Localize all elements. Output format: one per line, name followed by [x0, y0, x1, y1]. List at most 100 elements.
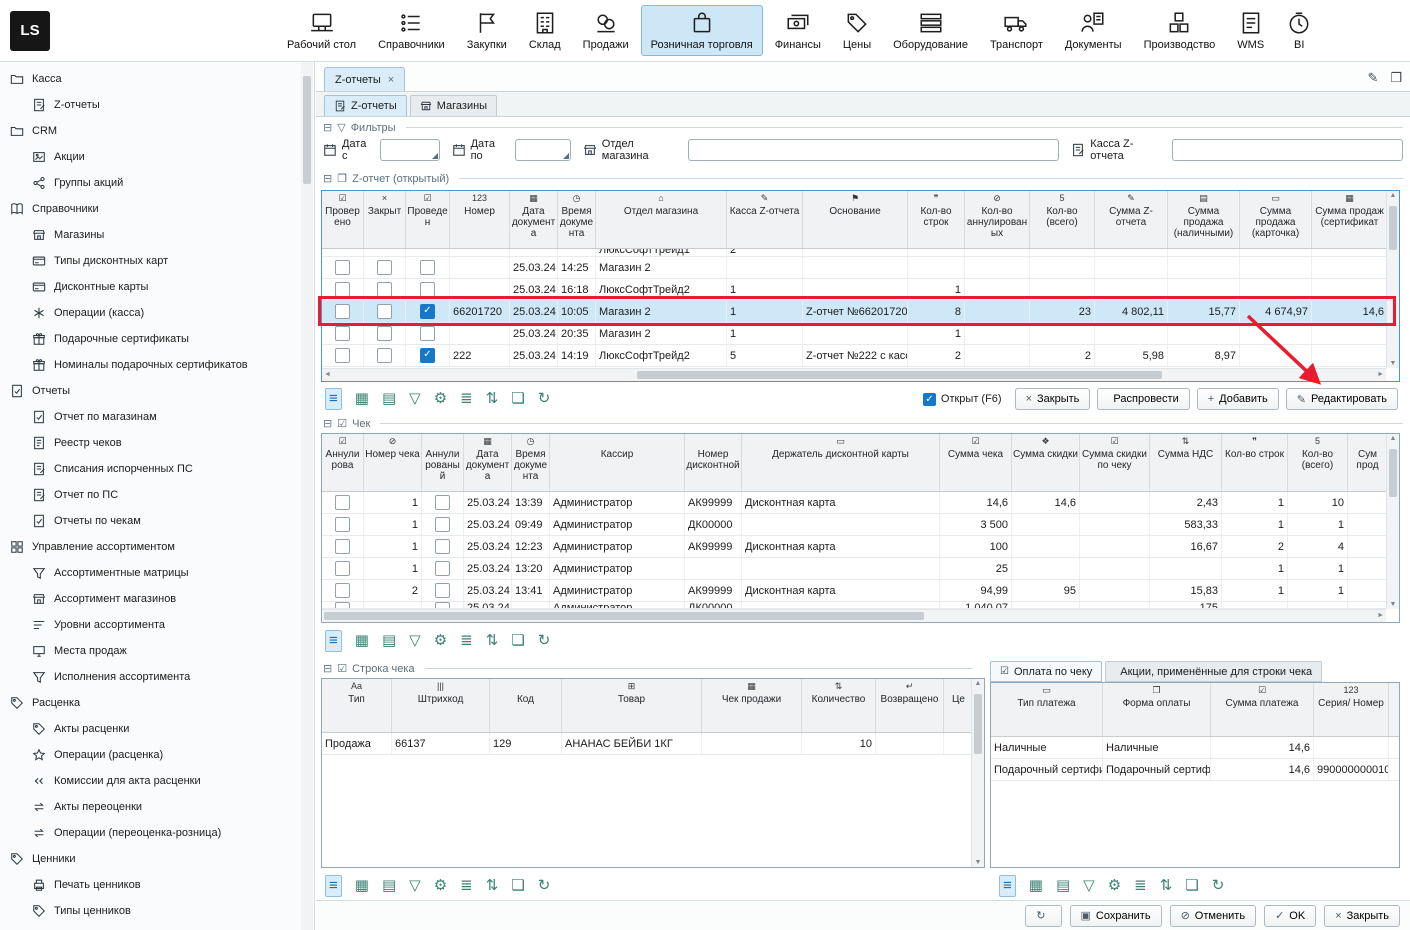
column-header[interactable]: ☑ Сумма платежа [1211, 683, 1314, 736]
cell[interactable] [1095, 279, 1168, 300]
cell[interactable]: 14,6 [1211, 759, 1314, 780]
cell[interactable]: 5,98 [1095, 345, 1168, 366]
cell[interactable]: 1 [1288, 514, 1348, 535]
cell[interactable]: Магазин 2 [596, 301, 727, 322]
collapse-icon[interactable]: ⊟ [323, 121, 332, 134]
column-header[interactable]: ☑ Аннулирова [322, 434, 364, 491]
cell[interactable]: 25.03.24 [510, 279, 558, 300]
cell[interactable]: Администратор [550, 536, 685, 557]
export-icon[interactable]: ❏ [1185, 876, 1198, 896]
column-header[interactable]: Aa Тип [322, 679, 392, 732]
cell[interactable]: 10 [1288, 492, 1348, 513]
table-row[interactable]: 25.03.24АдминистраторДК000001 040,07175 [322, 602, 1386, 609]
cell[interactable] [1312, 257, 1386, 278]
cell[interactable]: 2 [364, 580, 422, 601]
cell[interactable]: Дисконтная карта [742, 580, 940, 601]
cell[interactable] [1095, 323, 1168, 344]
collapse-icon[interactable]: ⊟ [323, 662, 332, 675]
sidebar-item[interactable]: Подарочные сертификаты [0, 326, 314, 352]
export-icon[interactable]: ❏ [511, 876, 524, 896]
cell[interactable] [512, 602, 550, 608]
settings-icon[interactable]: ⚙ [434, 631, 447, 651]
export-icon[interactable]: ❏ [511, 631, 524, 651]
cell[interactable]: 15,77 [1168, 301, 1240, 322]
view-calendar-icon[interactable]: ▤ [382, 389, 396, 409]
sidebar-item[interactable]: Номиналы подарочных сертификатов [0, 352, 314, 378]
cell[interactable] [1030, 323, 1095, 344]
cell[interactable]: 1 [364, 536, 422, 557]
cell[interactable] [1168, 279, 1240, 300]
column-header[interactable]: ▦ Дата документа [510, 191, 558, 248]
cell[interactable] [965, 345, 1030, 366]
sorted-list-icon[interactable]: ⇅ [486, 876, 499, 896]
sidebar-item[interactable]: Группы акций [0, 170, 314, 196]
sidebar-item[interactable]: Уровни ассортимента [0, 612, 314, 638]
cell[interactable]: 14,6 [1211, 737, 1314, 758]
cell[interactable]: 09:49 [512, 514, 550, 535]
cell[interactable]: Продажа [322, 733, 392, 754]
sidebar-item[interactable]: Исполнения ассортимента [0, 664, 314, 690]
nav-documents[interactable]: Документы [1055, 5, 1132, 56]
date-from-input[interactable] [380, 139, 440, 161]
export-icon[interactable]: ❏ [511, 389, 524, 409]
column-header[interactable]: × Закрыт [364, 191, 406, 248]
sidebar-item[interactable]: Операции (переоценка-розница) [0, 820, 314, 846]
nav-equipment[interactable]: Оборудование [883, 5, 978, 56]
cell[interactable] [322, 602, 364, 608]
column-header[interactable]: ▦ Сумма продаж (сертификат [1312, 191, 1386, 248]
cell[interactable] [965, 301, 1030, 322]
refresh-icon[interactable]: ↻ [538, 631, 551, 651]
column-header[interactable]: ▭ Тип платежа [991, 683, 1103, 736]
table-row[interactable]: 225.03.2413:41АдминистраторАК99999Дискон… [322, 580, 1386, 602]
column-header[interactable]: ↵ Возвращено [876, 679, 944, 732]
column-header[interactable]: 123 Серия/ Номер [1314, 683, 1389, 736]
sidebar-item[interactable]: Отчет по ПС [0, 482, 314, 508]
cell[interactable]: 1 [908, 323, 965, 344]
cell[interactable]: ЛюксСофтТрейд1 [596, 249, 727, 256]
sidebar-item[interactable]: Операции (касса) [0, 300, 314, 326]
cell[interactable]: Администратор [550, 580, 685, 601]
cell[interactable] [558, 249, 596, 256]
cell[interactable]: 25.03.24 [464, 580, 512, 601]
column-header[interactable]: ⊞ Товар [562, 679, 702, 732]
cell[interactable]: 100 [940, 536, 1012, 557]
sidebar-item[interactable]: Касса [0, 66, 314, 92]
cell[interactable] [406, 279, 450, 300]
save-button[interactable]: ▣ Сохранить [1070, 905, 1162, 927]
column-header[interactable]: ⇅ Количество [802, 679, 876, 732]
cell[interactable] [422, 602, 464, 608]
cell[interactable]: Z-отчет №66201720 [803, 301, 908, 322]
cell[interactable]: 66201720 [450, 301, 510, 322]
scrollbar-thumb[interactable] [303, 76, 311, 184]
cell[interactable]: Администратор [550, 514, 685, 535]
column-header[interactable]: ||| Штрихкод [392, 679, 490, 732]
cell[interactable] [1222, 602, 1288, 608]
column-header[interactable]: ✎ Касса Z-отчета [727, 191, 803, 248]
column-header[interactable]: Це [944, 679, 971, 732]
cell[interactable]: 2,43 [1150, 492, 1222, 513]
cell[interactable] [422, 492, 464, 513]
ok-button[interactable]: ✓ OK [1264, 905, 1316, 927]
cell[interactable]: 990000000010 [1314, 759, 1389, 780]
cell[interactable] [1012, 602, 1080, 608]
cell[interactable] [803, 249, 908, 256]
cell[interactable]: 1 [364, 514, 422, 535]
settings-icon[interactable]: ⚙ [434, 389, 447, 409]
sidebar-item[interactable]: Отчеты [0, 378, 314, 404]
column-header[interactable]: Аннулированый [422, 434, 464, 491]
cell[interactable]: 1 040,07 [940, 602, 1012, 608]
nav-purchases[interactable]: Закупки [457, 5, 517, 56]
sidebar-item[interactable]: Z-отчеты [0, 92, 314, 118]
cell[interactable]: АК99999 [685, 536, 742, 557]
cell[interactable]: Администратор [550, 602, 685, 608]
cell[interactable]: Администратор [550, 558, 685, 579]
nav-directories[interactable]: Справочники [368, 5, 455, 56]
cell[interactable] [1348, 514, 1386, 535]
zreport-cashbox-input[interactable] [1172, 139, 1403, 161]
sidebar-item[interactable]: Печать ценников [0, 872, 314, 898]
cell[interactable] [406, 249, 450, 256]
cell[interactable] [1288, 602, 1348, 608]
cell[interactable]: 222 [450, 345, 510, 366]
cell[interactable]: 4 [1288, 536, 1348, 557]
cell[interactable]: Наличные [1103, 737, 1211, 758]
